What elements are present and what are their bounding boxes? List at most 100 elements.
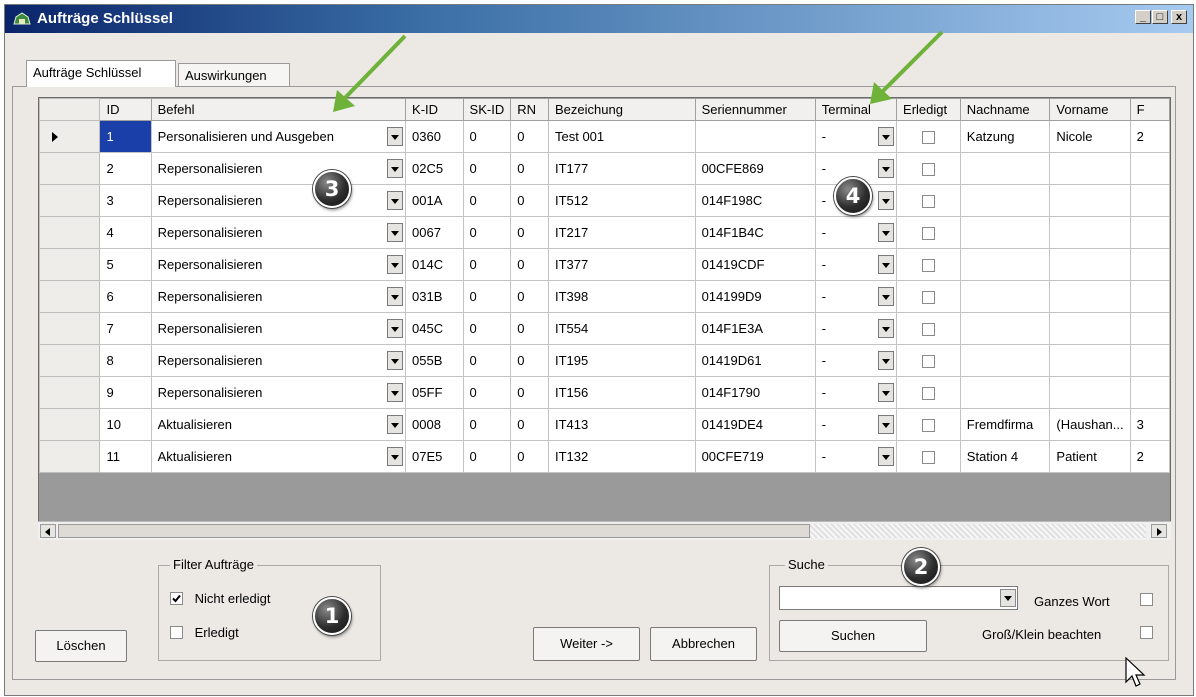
cell-f[interactable]: 2	[1129, 440, 1170, 473]
whole-word-checkbox[interactable]	[1140, 593, 1153, 606]
cell-terminal-combo[interactable]: -	[814, 344, 898, 377]
cell-nachname[interactable]	[959, 280, 1051, 313]
cell-f[interactable]	[1129, 312, 1170, 345]
cell-terminal-combo[interactable]: -	[814, 280, 898, 313]
cell-vorname[interactable]	[1049, 216, 1131, 249]
chevron-down-icon[interactable]	[878, 191, 895, 210]
cell-terminal-combo[interactable]: -	[814, 440, 898, 473]
chevron-down-icon[interactable]	[878, 223, 895, 242]
cell-erledigt[interactable]	[896, 248, 961, 281]
cell-k-id[interactable]: 05FF	[405, 376, 464, 409]
delete-button[interactable]: Löschen	[35, 630, 127, 662]
table-row[interactable]: 10 Aktualisieren 0008 0 0 IT413 01419DE4- Fremd…	[39, 408, 1170, 441]
cell-rn[interactable]: 0	[510, 248, 549, 281]
title-bar[interactable]: Aufträge Schlüssel _ □ x	[5, 5, 1193, 33]
search-button[interactable]: Suchen	[779, 620, 927, 652]
cell-vorname[interactable]: Nicole	[1049, 120, 1131, 153]
erledigt-checkbox[interactable]	[921, 227, 935, 241]
terminal-combobox[interactable]: -	[822, 122, 895, 152]
close-button[interactable]: x	[1171, 10, 1187, 24]
erledigt-checkbox[interactable]	[921, 131, 935, 145]
cell-bezeichung[interactable]: IT156	[547, 376, 696, 409]
cell-terminal-combo[interactable]: -	[814, 376, 898, 409]
befehl-combobox[interactable]: Aktualisieren	[158, 442, 404, 472]
cell-nachname[interactable]	[959, 344, 1051, 377]
befehl-combobox[interactable]: Repersonalisieren	[158, 378, 404, 408]
chevron-down-icon[interactable]	[878, 447, 895, 466]
cell-sk-id[interactable]: 0	[462, 120, 512, 153]
not-done-checkbox[interactable]	[170, 592, 183, 606]
scrollbar-thumb[interactable]	[58, 524, 810, 538]
cell-nachname[interactable]	[959, 216, 1051, 249]
cell-seriennummer[interactable]: 00CFE869	[694, 152, 816, 185]
terminal-combobox[interactable]: -	[822, 378, 895, 408]
cell-terminal-combo[interactable]: -	[814, 312, 898, 345]
next-button[interactable]: Weiter ->	[533, 627, 640, 661]
befehl-combobox[interactable]: Repersonalisieren	[158, 282, 404, 312]
cell-sk-id[interactable]: 0	[462, 152, 512, 185]
terminal-combobox[interactable]: -	[822, 250, 895, 280]
chevron-down-icon[interactable]	[878, 127, 895, 146]
cell-erledigt[interactable]	[896, 376, 961, 409]
cell-rn[interactable]: 0	[510, 280, 549, 313]
chevron-down-icon[interactable]	[387, 191, 404, 210]
column-header-id[interactable]: ID	[99, 98, 152, 121]
row-header[interactable]	[39, 248, 101, 281]
cell-f[interactable]	[1129, 216, 1170, 249]
cell-f[interactable]: 3	[1129, 408, 1170, 441]
cell-k-id[interactable]: 045C	[405, 312, 464, 345]
cell-id[interactable]: 11	[99, 440, 152, 473]
cell-id[interactable]: 2	[99, 152, 152, 185]
cell-k-id[interactable]: 055B	[405, 344, 464, 377]
cancel-button[interactable]: Abbrechen	[650, 627, 757, 661]
table-row[interactable]: 2 Repersonalisieren 02C5 0 0 IT177 00CFE869-	[39, 152, 1170, 185]
cell-sk-id[interactable]: 0	[462, 376, 512, 409]
row-header[interactable]	[39, 376, 101, 409]
cell-bezeichung[interactable]: IT195	[547, 344, 696, 377]
table-row[interactable]: 8 Repersonalisieren 055B 0 0 IT195 01419D61-	[39, 344, 1170, 377]
row-header[interactable]	[39, 216, 101, 249]
filter-done-option[interactable]: Erledigt	[170, 624, 239, 640]
cell-nachname[interactable]	[959, 184, 1051, 217]
cell-befehl-combo[interactable]: Aktualisieren	[150, 408, 407, 441]
cell-rn[interactable]: 0	[510, 408, 549, 441]
cell-seriennummer[interactable]: 00CFE719	[694, 440, 816, 473]
cell-vorname[interactable]: Patient	[1049, 440, 1131, 473]
cell-befehl-combo[interactable]: Repersonalisieren	[150, 344, 407, 377]
table-row[interactable]: 11 Aktualisieren 07E5 0 0 IT132 00CFE719- Stati…	[39, 440, 1170, 473]
cell-rn[interactable]: 0	[510, 216, 549, 249]
row-header[interactable]	[39, 344, 101, 377]
terminal-combobox[interactable]: -	[822, 314, 895, 344]
erledigt-checkbox[interactable]	[921, 323, 935, 337]
cell-id[interactable]: 9	[99, 376, 152, 409]
cell-k-id[interactable]: 014C	[405, 248, 464, 281]
cell-erledigt[interactable]	[896, 152, 961, 185]
row-header[interactable]	[39, 184, 101, 217]
chevron-down-icon[interactable]	[878, 287, 895, 306]
column-header-bezeichung[interactable]: Bezeichung	[547, 98, 696, 121]
cell-bezeichung[interactable]: Test 001	[547, 120, 696, 153]
cell-vorname[interactable]	[1049, 248, 1131, 281]
row-header[interactable]	[39, 440, 101, 473]
cell-vorname[interactable]	[1049, 184, 1131, 217]
scrollbar-track[interactable]	[810, 524, 1146, 538]
cell-nachname[interactable]: Fremdfirma	[959, 408, 1051, 441]
chevron-down-icon[interactable]	[387, 319, 404, 338]
scroll-right-button[interactable]	[1151, 524, 1167, 538]
cell-seriennummer[interactable]: 01419CDF	[694, 248, 816, 281]
befehl-combobox[interactable]: Personalisieren und Ausgeben	[158, 122, 404, 152]
befehl-combobox[interactable]: Aktualisieren	[158, 410, 404, 440]
cell-vorname[interactable]	[1049, 344, 1131, 377]
cell-bezeichung[interactable]: IT377	[547, 248, 696, 281]
row-header[interactable]	[39, 280, 101, 313]
cell-k-id[interactable]: 0067	[405, 216, 464, 249]
befehl-combobox[interactable]: Repersonalisieren	[158, 218, 404, 248]
chevron-down-icon[interactable]	[878, 159, 895, 178]
column-header-rn[interactable]: RN	[510, 98, 549, 121]
cell-sk-id[interactable]: 0	[462, 248, 512, 281]
cell-k-id[interactable]: 0360	[405, 120, 464, 153]
cell-bezeichung[interactable]: IT217	[547, 216, 696, 249]
cell-befehl-combo[interactable]: Repersonalisieren	[150, 216, 407, 249]
cell-seriennummer[interactable]: 014F1B4C	[694, 216, 816, 249]
chevron-down-icon[interactable]	[878, 255, 895, 274]
